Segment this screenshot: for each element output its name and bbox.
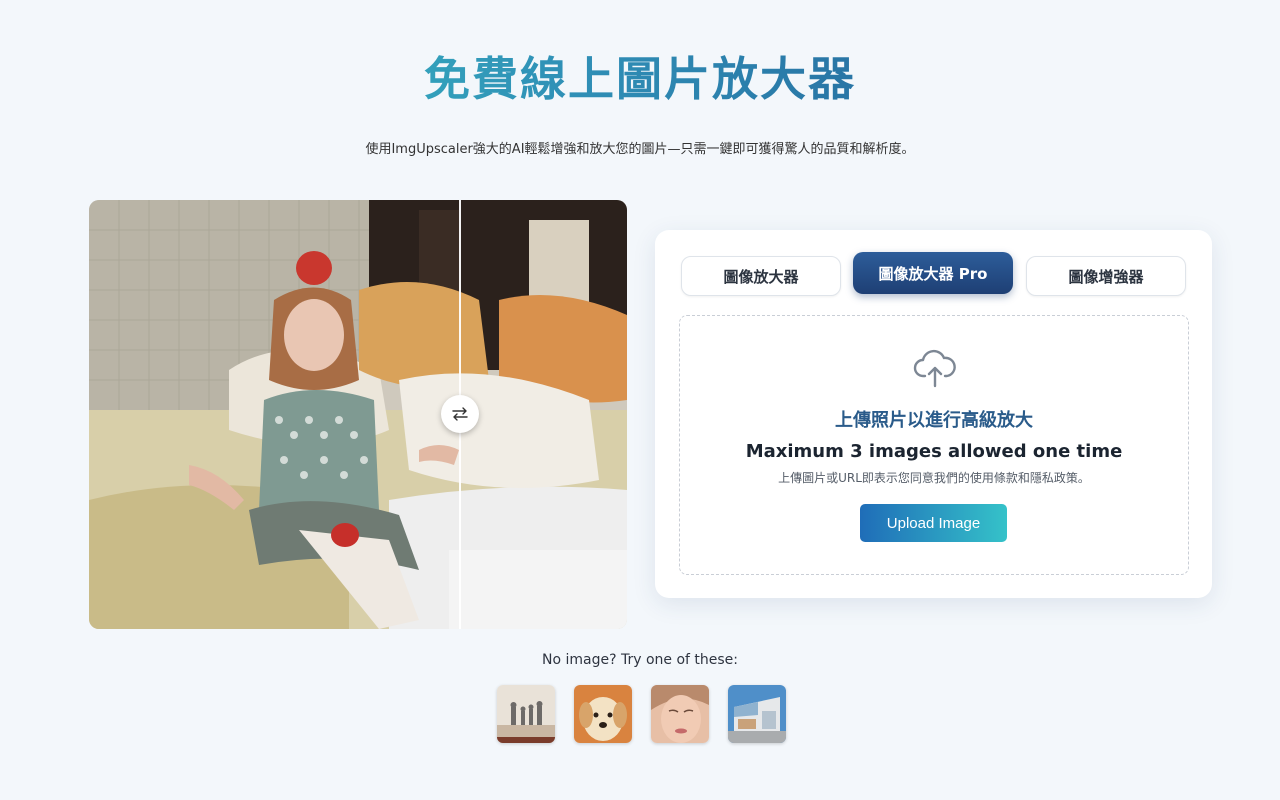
puppy-thumbnail — [574, 685, 632, 743]
tab-image-upscaler[interactable]: 圖像放大器 — [681, 256, 841, 296]
preview-image — [89, 200, 627, 629]
page: 免費線上圖片放大器 使用ImgUpscaler強大的AI輕鬆增強和放大您的圖片—… — [0, 0, 1280, 800]
sample-woman-portrait[interactable] — [651, 685, 709, 743]
woman-portrait-thumbnail — [651, 685, 709, 743]
family-beach-thumbnail — [497, 685, 555, 743]
compare-handle[interactable] — [441, 395, 479, 433]
before-after-preview[interactable] — [89, 200, 627, 629]
cloud-upload-icon — [913, 349, 956, 388]
sample-family-beach[interactable] — [497, 685, 555, 743]
page-subtitle: 使用ImgUpscaler強大的AI輕鬆增強和放大您的圖片—只需一鍵即可獲得驚人… — [365, 142, 915, 157]
upload-image-button[interactable]: Upload Image — [860, 504, 1007, 542]
building-thumbnail — [728, 685, 786, 743]
upload-card: 圖像放大器 圖像放大器 Pro 圖像增強器 上傳照片以進行高級放大 Maximu… — [655, 230, 1212, 598]
sample-puppy[interactable] — [574, 685, 632, 743]
swap-arrows-icon — [452, 407, 468, 421]
upload-limit-text: Maximum 3 images allowed one time — [745, 441, 1123, 462]
tab-image-upscaler-pro[interactable]: 圖像放大器 Pro — [853, 252, 1013, 294]
sample-building[interactable] — [728, 685, 786, 743]
dropzone-title: 上傳照片以進行高級放大 — [835, 410, 1033, 431]
terms-note: 上傳圖片或URL即表示您同意我們的使用條款和隱私政策。 — [778, 471, 1090, 485]
sample-images — [497, 685, 786, 743]
sample-images-label: No image? Try one of these: — [541, 652, 738, 668]
upload-dropzone[interactable]: 上傳照片以進行高級放大 Maximum 3 images allowed one… — [679, 315, 1189, 575]
tab-image-enhancer[interactable]: 圖像增強器 — [1026, 256, 1186, 296]
page-title: 免費線上圖片放大器 — [0, 50, 1280, 108]
